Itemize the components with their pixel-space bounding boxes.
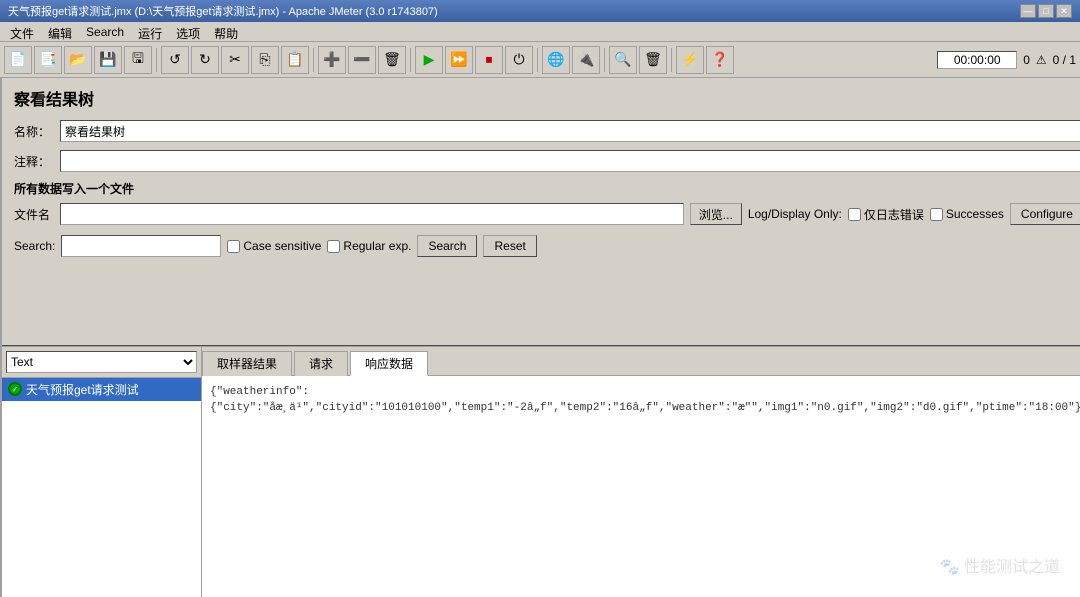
toolbar-stop-btn[interactable]: ⏹ xyxy=(475,46,503,74)
file-input[interactable] xyxy=(60,203,684,225)
regex-label: Regular exp. xyxy=(327,239,411,253)
response-text: {"weatherinfo":{"city":"åæ¸ä¹","cityid":… xyxy=(210,386,1080,415)
title-buttons: — □ ✕ xyxy=(1020,4,1072,18)
case-sensitive-text: Case sensitive xyxy=(243,239,321,253)
toolbar-search-btn2[interactable]: 🔍 xyxy=(609,46,637,74)
toolbar-start-btn[interactable]: ▶ xyxy=(415,46,443,74)
toolbar-redo-btn[interactable]: ↻ xyxy=(191,46,219,74)
regex-text: Regular exp. xyxy=(343,239,411,253)
warning-icon: ⚠ xyxy=(1036,53,1047,67)
errors-checkbox[interactable] xyxy=(848,208,861,221)
section-title: 所有数据写入一个文件 xyxy=(14,180,1080,197)
toolbar-open-btn[interactable]: 📂 xyxy=(64,46,92,74)
toolbar-sep5 xyxy=(604,48,605,72)
errors-label: 仅日志错误 xyxy=(864,206,924,223)
toolbar-copy-btn[interactable]: ⎘ xyxy=(251,46,279,74)
reset-button[interactable]: Reset xyxy=(483,235,536,257)
comment-row: 注释： xyxy=(14,150,1080,172)
content-area: 察看结果树 名称： 注释： 所有数据写入一个文件 xyxy=(2,78,1080,345)
name-row: 名称： xyxy=(14,120,1080,142)
right-content: 察看结果树 名称： 注释： 所有数据写入一个文件 xyxy=(2,78,1080,597)
toolbar-sep2 xyxy=(313,48,314,72)
toolbar-remote-stop-btn[interactable]: 🔌 xyxy=(572,46,600,74)
detail-panel: 取样器结果 请求 响应数据 {"weatherinfo":{"city":"åæ… xyxy=(202,347,1080,597)
browse-button[interactable]: 浏览... xyxy=(690,203,742,225)
toolbar-sep4 xyxy=(537,48,538,72)
toolbar-sep3 xyxy=(410,48,411,72)
successes-checkbox-label: Successes xyxy=(930,207,1004,221)
type-select[interactable]: Text RegExp Tester CSS/JQuery Tester XPa… xyxy=(6,351,197,373)
toolbar-save2-btn[interactable]: 🖫 xyxy=(124,46,152,74)
menu-bar: 文件 编辑 Search 运行 选项 帮助 xyxy=(0,22,1080,42)
comment-label: 注释： xyxy=(14,153,54,170)
panel-title: 察看结果树 xyxy=(14,86,1080,110)
log-display-label: Log/Display Only: xyxy=(748,207,842,221)
toolbar-new-btn[interactable]: 📄 xyxy=(4,46,32,74)
main-layout: ▼ 📋 测试计划 ▼ ⚙ 线程组 🔧 天气预报get请求测... 🌿 察看结果树 xyxy=(0,78,1080,597)
count-ratio: 0 / 1 xyxy=(1053,53,1076,67)
toolbar: 📄 📑 📂 💾 🖫 ↺ ↻ ✂ ⎘ 📋 ➕ ➖ 🗑 ▶ ⏩ ⏹ ⏻ 🌐 🔌 🔍 … xyxy=(0,42,1080,78)
result-list-panel: Text RegExp Tester CSS/JQuery Tester XPa… xyxy=(2,347,202,597)
count-display: 0 xyxy=(1023,53,1030,67)
toolbar-undo-btn[interactable]: ↺ xyxy=(161,46,189,74)
toolbar-right: 00:00:00 0 ⚠ 0 / 1 xyxy=(937,51,1076,69)
name-input[interactable] xyxy=(60,120,1080,142)
toolbar-cut-btn[interactable]: ✂ xyxy=(221,46,249,74)
menu-help[interactable]: 帮助 xyxy=(208,24,244,39)
tabs-bar: 取样器结果 请求 响应数据 xyxy=(202,347,1080,376)
tab-request[interactable]: 请求 xyxy=(294,351,348,376)
title-bar: 天气预报get请求测试.jmx (D:\天气预报get请求测试.jmx) - A… xyxy=(0,0,1080,22)
case-sensitive-label: Case sensitive xyxy=(227,239,321,253)
toolbar-save-btn[interactable]: 💾 xyxy=(94,46,122,74)
menu-file[interactable]: 文件 xyxy=(4,24,40,39)
search-input[interactable] xyxy=(61,235,221,257)
file-label: 文件名 xyxy=(14,206,54,223)
search-label: Search: xyxy=(14,239,55,253)
maximize-button[interactable]: □ xyxy=(1038,4,1054,18)
comment-input[interactable] xyxy=(60,150,1080,172)
toolbar-paste-btn[interactable]: 📋 xyxy=(281,46,309,74)
search-button[interactable]: Search xyxy=(417,235,477,257)
toolbar-add-btn[interactable]: ➕ xyxy=(318,46,346,74)
toolbar-function-helper-btn[interactable]: ⚡ xyxy=(676,46,704,74)
minimize-button[interactable]: — xyxy=(1020,4,1036,18)
toolbar-remote-start-btn[interactable]: 🌐 xyxy=(542,46,570,74)
toolbar-sep1 xyxy=(156,48,157,72)
menu-run[interactable]: 运行 xyxy=(132,24,168,39)
configure-button[interactable]: Configure xyxy=(1010,203,1080,225)
toolbar-clear-all-btn[interactable]: 🗑 xyxy=(639,46,667,74)
case-sensitive-checkbox[interactable] xyxy=(227,240,240,253)
dropdown-row: Text RegExp Tester CSS/JQuery Tester XPa… xyxy=(2,347,201,378)
errors-checkbox-label: 仅日志错误 xyxy=(848,206,924,223)
toolbar-remove-btn[interactable]: ➖ xyxy=(348,46,376,74)
successes-checkbox[interactable] xyxy=(930,208,943,221)
right-outer: 察看结果树 名称： 注释： 所有数据写入一个文件 xyxy=(2,78,1080,597)
timer-display: 00:00:00 xyxy=(937,51,1017,69)
close-button[interactable]: ✕ xyxy=(1056,4,1072,18)
response-content-area: {"weatherinfo":{"city":"åæ¸ä¹","cityid":… xyxy=(202,376,1080,597)
search-row: Search: Case sensitive Regular exp. Sear… xyxy=(14,235,1080,257)
tab-sampler-result[interactable]: 取样器结果 xyxy=(202,351,292,376)
status-indicator: ✓ xyxy=(8,382,22,396)
bottom-section: Text RegExp Tester CSS/JQuery Tester XPa… xyxy=(2,345,1080,597)
regex-checkbox[interactable] xyxy=(327,240,340,253)
title-text: 天气预报get请求测试.jmx (D:\天气预报get请求测试.jmx) - A… xyxy=(8,3,438,19)
toolbar-help-btn[interactable]: ❓ xyxy=(706,46,734,74)
menu-search[interactable]: Search xyxy=(80,24,130,39)
result-item-label: 天气预报get请求测试 xyxy=(26,381,139,398)
tab-response-data[interactable]: 响应数据 xyxy=(350,351,428,376)
toolbar-template-btn[interactable]: 📑 xyxy=(34,46,62,74)
toolbar-shutdown-btn[interactable]: ⏻ xyxy=(505,46,533,74)
result-item-0[interactable]: ✓ 天气预报get请求测试 xyxy=(2,378,201,401)
menu-options[interactable]: 选项 xyxy=(170,24,206,39)
successes-label: Successes xyxy=(946,207,1004,221)
menu-edit[interactable]: 编辑 xyxy=(42,24,78,39)
toolbar-start-no-pause-btn[interactable]: ⏩ xyxy=(445,46,473,74)
toolbar-sep6 xyxy=(671,48,672,72)
name-label: 名称： xyxy=(14,123,54,140)
toolbar-clear-btn[interactable]: 🗑 xyxy=(378,46,406,74)
